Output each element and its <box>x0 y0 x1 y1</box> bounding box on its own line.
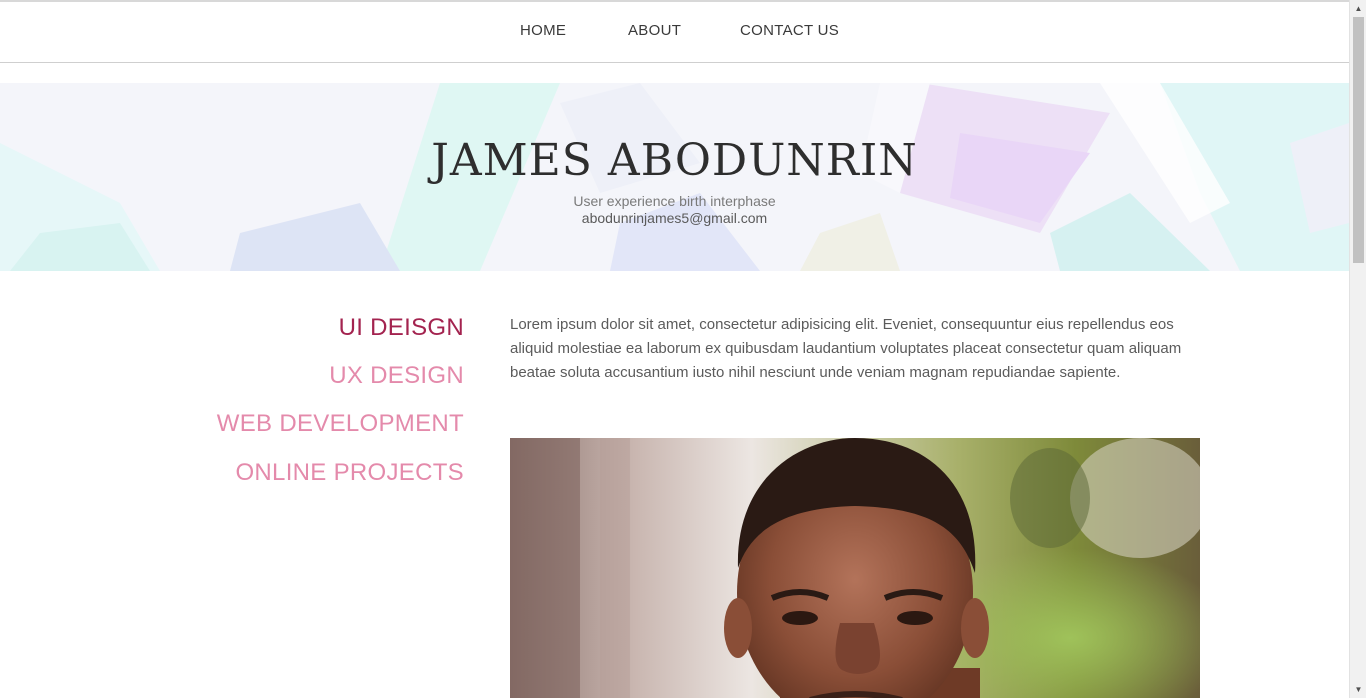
side-menu-ux-design[interactable]: UX DESIGN <box>329 362 464 390</box>
side-menu-ui-design[interactable]: UI DEISGN <box>339 314 464 342</box>
hero-name: JAMES ABODUNRIN <box>431 135 918 186</box>
nav-about-link[interactable]: ABOUT <box>628 22 681 39</box>
intro-paragraph: Lorem ipsum dolor sit amet, consectetur … <box>510 316 1182 381</box>
vertical-scrollbar[interactable]: ▲ ▼ <box>1349 0 1366 698</box>
profile-photo <box>510 438 1200 698</box>
triangle-up-icon[interactable]: ▲ <box>1350 0 1366 17</box>
nav-home-link[interactable]: HOME <box>520 22 566 39</box>
scrollbar-thumb[interactable] <box>1353 17 1364 263</box>
side-menu-online-projects[interactable]: ONLINE PROJECTS <box>235 459 464 487</box>
top-navigation: HOME ABOUT CONTACT US <box>0 2 1349 63</box>
triangle-down-icon[interactable]: ▼ <box>1350 681 1366 698</box>
hero-banner: JAMES ABODUNRIN User experience birth in… <box>0 83 1349 271</box>
hero-tagline: User experience birth interphase <box>573 193 776 209</box>
side-menu-web-development[interactable]: WEB DEVELOPMENT <box>217 410 464 438</box>
nav-contact-link[interactable]: CONTACT US <box>740 22 839 39</box>
hero-email: abodunrinjames5@gmail.com <box>581 210 768 226</box>
page: HOME ABOUT CONTACT US JAMES ABODUNRIN Us… <box>0 0 1349 698</box>
